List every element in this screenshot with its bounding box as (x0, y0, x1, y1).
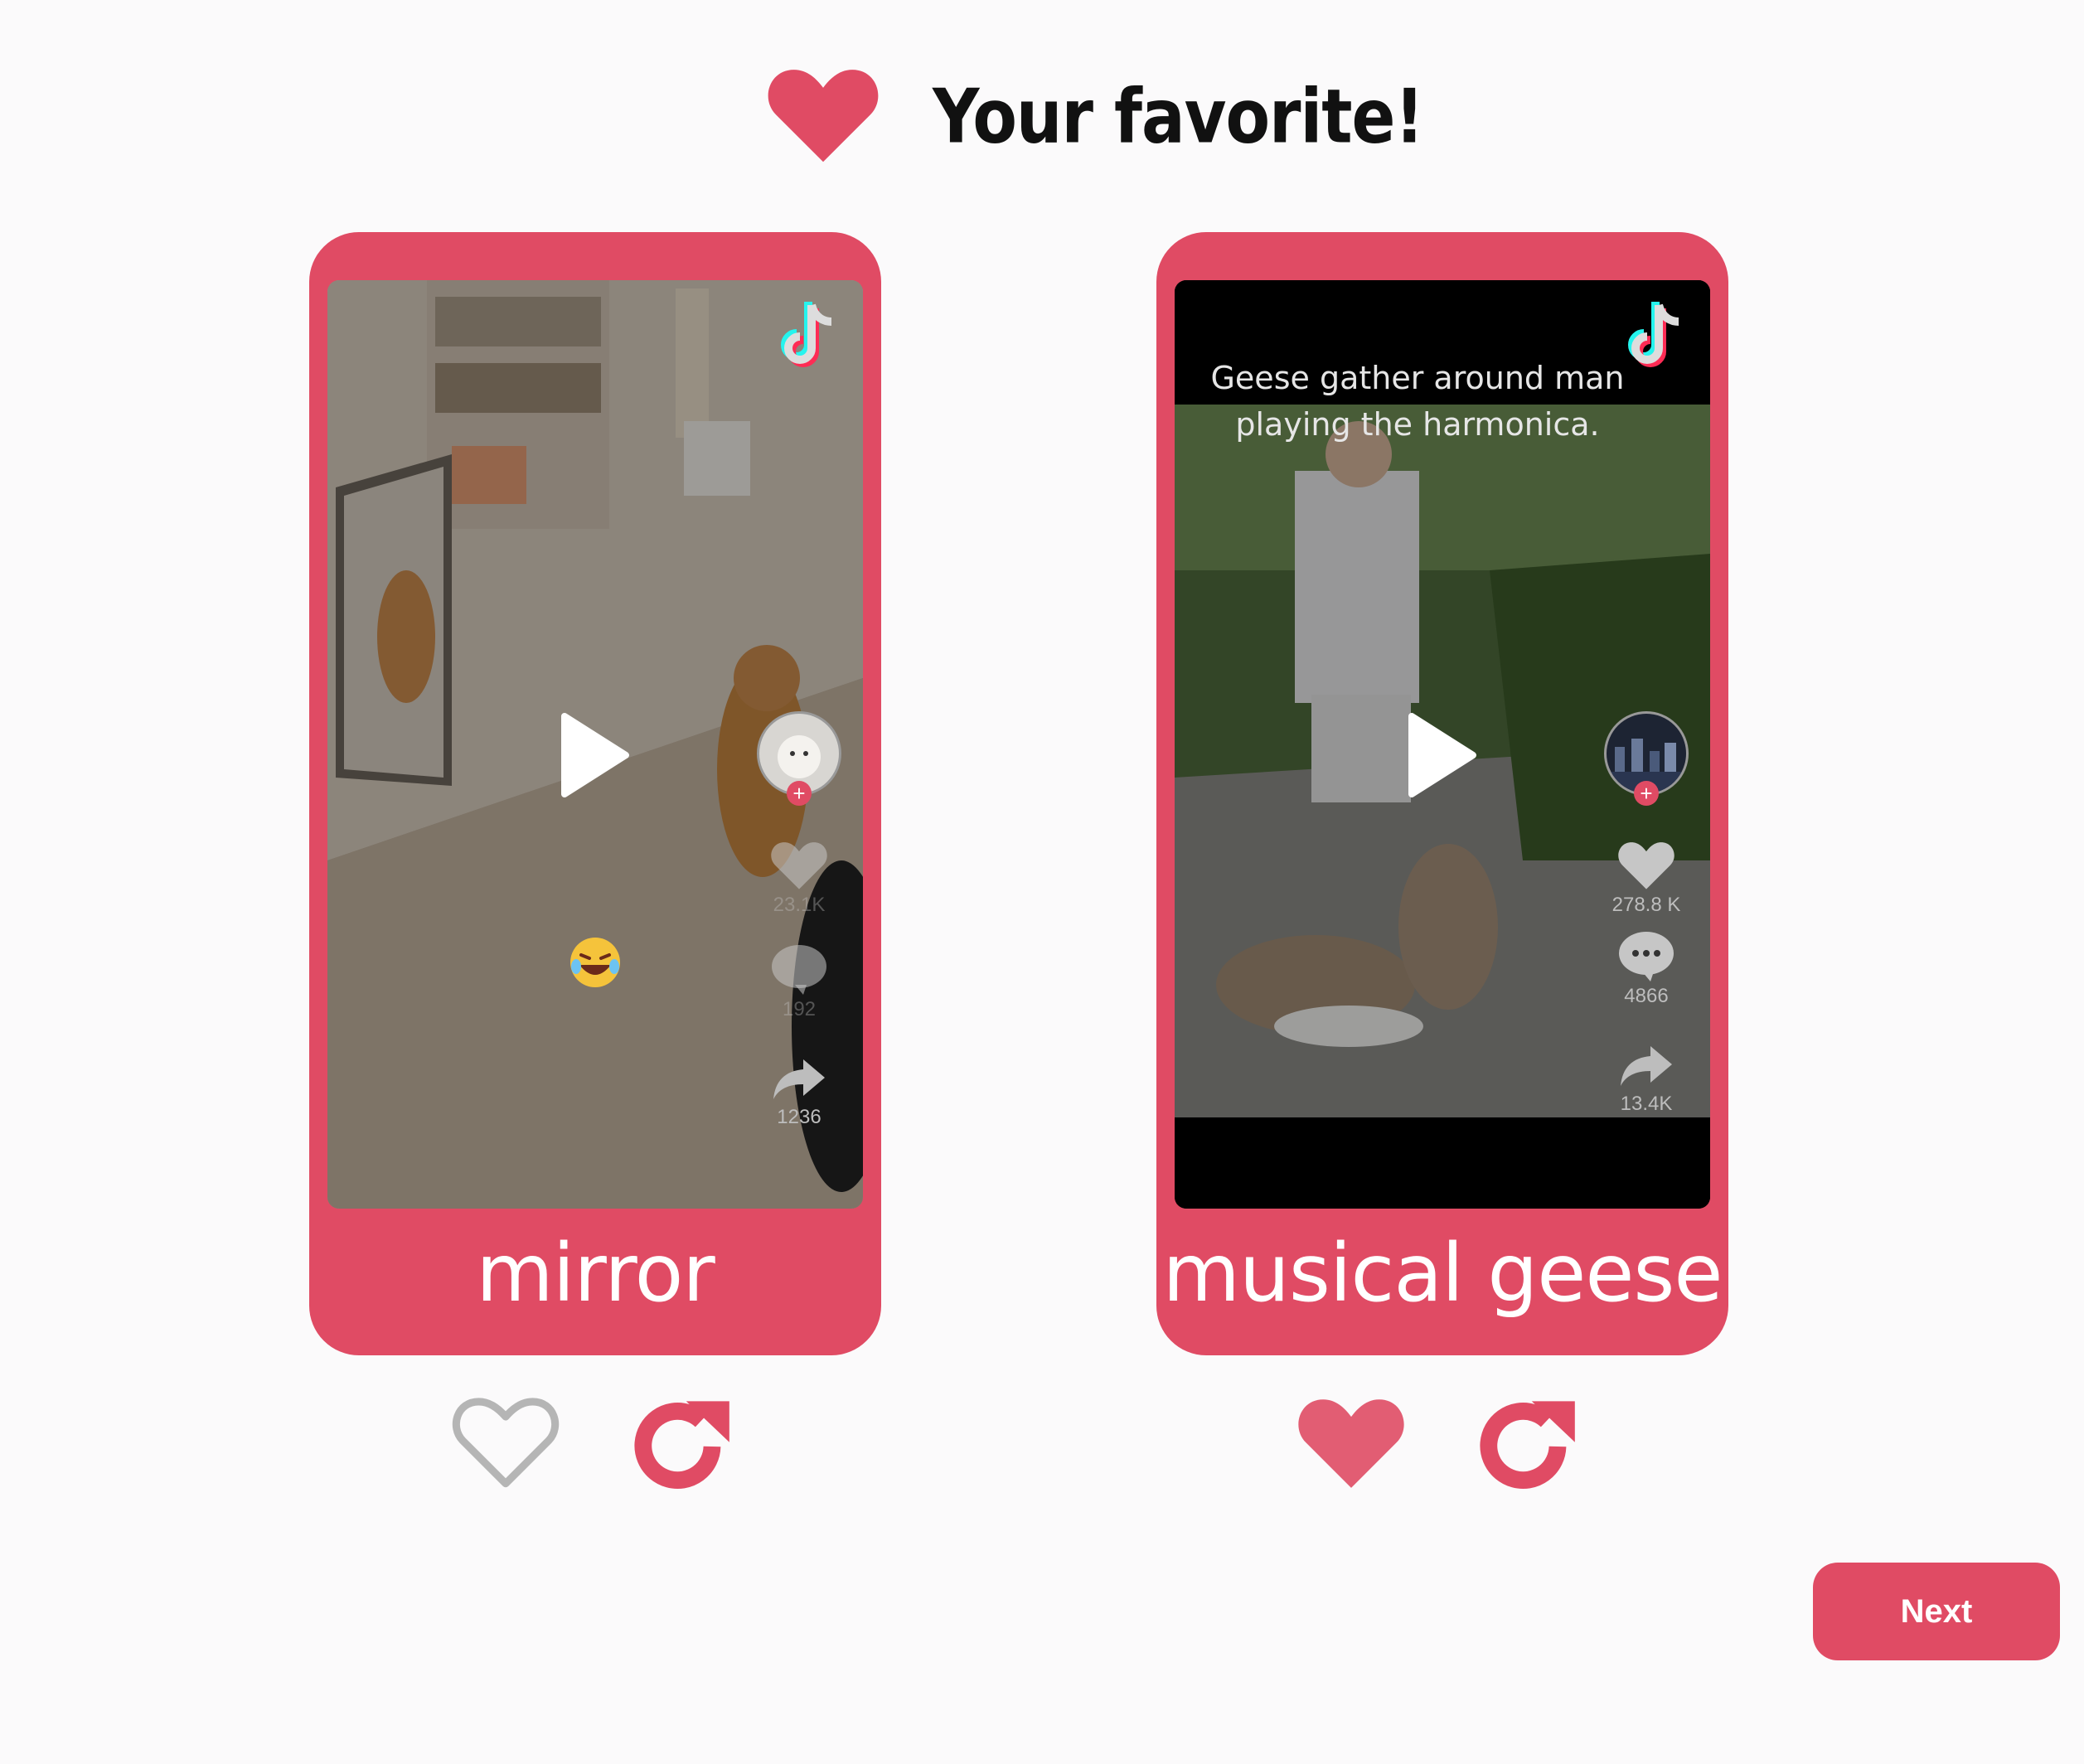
follow-plus-icon[interactable]: + (787, 781, 812, 806)
share-count: 13.4K (1620, 1093, 1673, 1115)
share-arrow-icon[interactable] (1617, 1043, 1675, 1089)
next-button[interactable]: Next (1813, 1563, 2060, 1660)
reload-icon[interactable] (1471, 1393, 1579, 1500)
page-header: Your favorite! (0, 50, 2084, 199)
video-side-actions: + 278.8 K 4866 13.4K (1601, 711, 1692, 1117)
video-player[interactable]: Geese gather around man playing the harm… (1175, 280, 1710, 1209)
reload-icon[interactable] (626, 1393, 734, 1500)
play-icon[interactable] (558, 710, 632, 801)
favorite-heart-outline-icon[interactable] (452, 1393, 560, 1490)
laughing-emoji-icon (570, 938, 620, 987)
share-arrow-icon[interactable] (770, 1056, 828, 1102)
page-title: Your favorite! (933, 75, 1424, 161)
video-card-mirror: + 23.1K 192 1236 mirror (309, 232, 881, 1355)
video-side-actions: + 23.1K 192 1236 (754, 711, 845, 1131)
video-title: mirror (476, 1227, 715, 1320)
like-count: 278.8 K (1611, 894, 1681, 916)
heart-icon (768, 70, 879, 162)
comment-icon[interactable] (1617, 930, 1675, 981)
comment-icon[interactable] (770, 943, 828, 995)
favorite-heart-filled-icon[interactable] (1297, 1393, 1405, 1490)
video-player[interactable]: + 23.1K 192 1236 (327, 280, 863, 1209)
video-card-musical-geese: Geese gather around man playing the harm… (1156, 232, 1728, 1355)
share-count: 1236 (777, 1106, 821, 1128)
like-count: 23.1K (773, 894, 826, 916)
like-heart-icon[interactable] (1617, 839, 1675, 890)
like-heart-icon[interactable] (770, 839, 828, 890)
play-icon[interactable] (1405, 710, 1480, 801)
video-caption: Geese gather around man playing the harm… (1210, 360, 1625, 443)
comment-count: 4866 (1624, 985, 1669, 1007)
video-title: musical geese (1162, 1227, 1723, 1320)
follow-plus-icon[interactable]: + (1634, 781, 1659, 806)
tiktok-logo-icon (781, 302, 832, 367)
comment-count: 192 (782, 998, 817, 1020)
